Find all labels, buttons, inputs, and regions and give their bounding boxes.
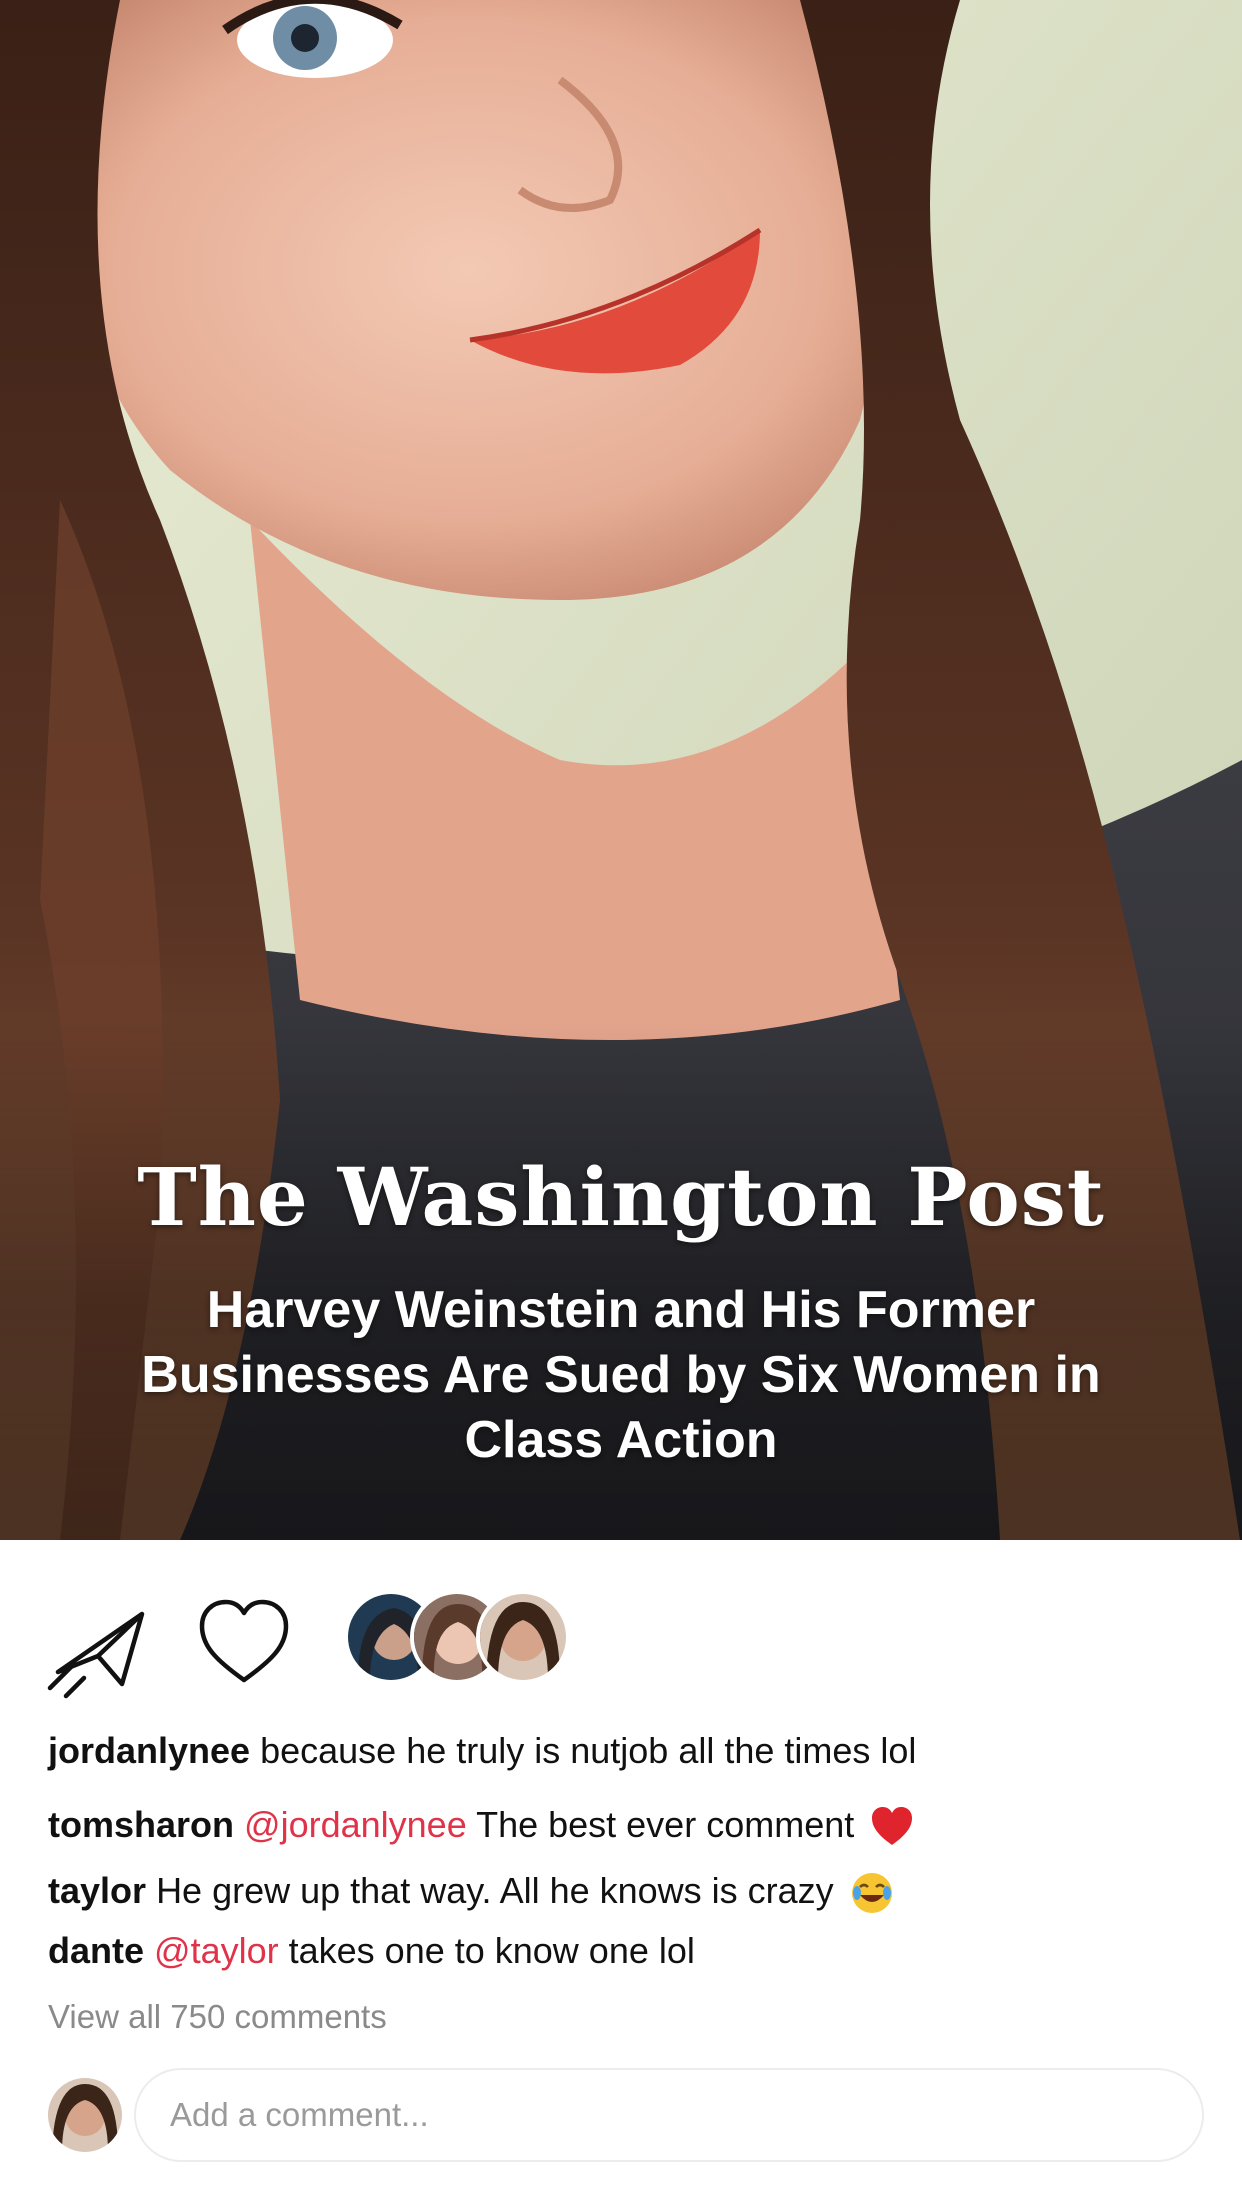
avatar[interactable]: [476, 1590, 570, 1684]
publication-masthead: The Washington Post: [137, 1150, 1105, 1244]
red-heart-icon: [872, 1807, 913, 1846]
comment-item: taylor He grew up that way. All he knows…: [48, 1870, 894, 1915]
comment-text: because he truly is nutjob all the times…: [260, 1730, 917, 1771]
post-screen: The Washington Post Harvey Weinstein and…: [0, 0, 1242, 2208]
comment-username[interactable]: jordanlynee: [48, 1730, 250, 1771]
comment-username[interactable]: tomsharon: [48, 1804, 234, 1845]
comment-item: tomsharon @jordanlynee The best ever com…: [48, 1804, 914, 1849]
comment-item: dante @taylor takes one to know one lol: [48, 1930, 695, 1972]
action-bar: [0, 1540, 1242, 1710]
comment-text: takes one to know one lol: [288, 1930, 695, 1971]
add-comment-row: [0, 2066, 1242, 2166]
add-comment-input[interactable]: [134, 2068, 1204, 2162]
view-all-comments-link[interactable]: View all 750 comments: [48, 1998, 387, 2036]
liked-by-avatars[interactable]: [344, 1590, 584, 1684]
comment-text: The best ever comment: [476, 1804, 855, 1845]
comment-item: jordanlynee because he truly is nutjob a…: [48, 1730, 916, 1772]
comment-username[interactable]: dante: [48, 1930, 144, 1971]
paper-plane-icon[interactable]: [44, 1592, 154, 1702]
tears-of-joy-icon: [851, 1873, 892, 1914]
post-image[interactable]: The Washington Post Harvey Weinstein and…: [0, 0, 1242, 1540]
avatar: [48, 2078, 122, 2152]
comment-mention[interactable]: @taylor: [154, 1930, 279, 1971]
comment-mention[interactable]: @jordanlynee: [244, 1804, 467, 1845]
comment-text: He grew up that way. All he knows is cra…: [156, 1870, 834, 1911]
heart-icon[interactable]: [196, 1596, 292, 1692]
comment-username[interactable]: taylor: [48, 1870, 146, 1911]
article-headline[interactable]: Harvey Weinstein and His Former Business…: [90, 1278, 1152, 1473]
